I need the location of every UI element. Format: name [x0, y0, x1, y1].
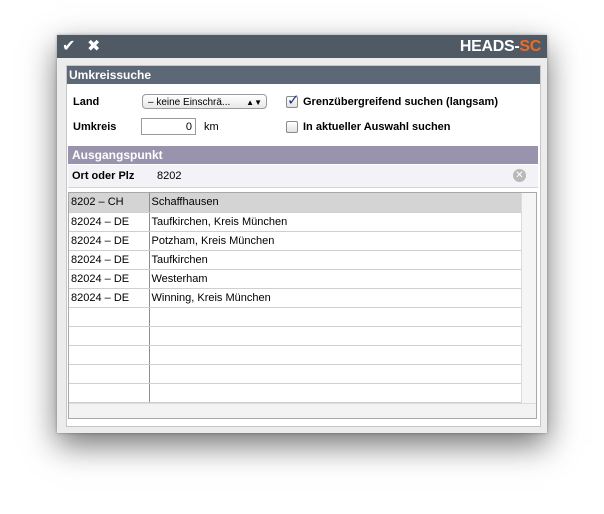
table-row-empty [69, 383, 522, 403]
empty-cell [149, 345, 522, 365]
location-search-row: Ort oder Plz ✕ [68, 165, 538, 188]
umkreissuche-header: Umkreissuche [67, 66, 540, 84]
postal-code-cell: 82024 – DE [69, 231, 150, 251]
empty-cell [69, 364, 150, 384]
empty-cell [69, 326, 150, 346]
postal-code-cell: 82024 – DE [69, 288, 150, 308]
cross-border-label: Grenzübergreifend suchen (langsam) [303, 96, 498, 108]
empty-cell [69, 307, 150, 327]
table-row[interactable]: 82024 – DE Taufkirchen, Kreis München [69, 212, 522, 232]
location-search-input[interactable] [155, 167, 519, 184]
umkreissuche-dialog: ✔ ✖ HEADS-SC Umkreissuche Land – keine E… [57, 35, 547, 433]
umkreis-label: Umkreis [73, 121, 117, 133]
checkmark-icon: ✓ [287, 92, 300, 109]
empty-cell [149, 326, 522, 346]
empty-cell [149, 307, 522, 327]
table-row[interactable]: 82024 – DE Westerham [69, 269, 522, 289]
place-name-cell: Taufkirchen [149, 250, 522, 270]
postal-code-cell: 82024 – DE [69, 269, 150, 289]
location-search-label: Ort oder Plz [72, 170, 135, 182]
results-table: 8202 – CH Schaffhausen 82024 – DE Taufkirch… [68, 192, 537, 419]
check-icon[interactable]: ✔ [62, 37, 75, 56]
table-row-empty [69, 345, 522, 365]
postal-code-cell: 8202 – CH [69, 193, 150, 213]
dialog-titlebar: ✔ ✖ HEADS-SC [57, 35, 547, 58]
search-panel: Umkreissuche Land – keine Einschrä... ▲▼… [66, 65, 541, 427]
land-label: Land [73, 96, 100, 108]
horizontal-scrollbar[interactable] [69, 403, 536, 418]
place-name-cell: Schaffhausen [149, 193, 522, 213]
land-select-value: – keine Einschrä... [148, 97, 231, 108]
postal-code-cell: 82024 – DE [69, 250, 150, 270]
current-selection-label: In aktueller Auswahl suchen [303, 121, 451, 133]
close-icon[interactable]: ✖ [87, 37, 100, 56]
app-logo: HEADS-SC [460, 38, 541, 56]
table-row[interactable]: 8202 – CH Schaffhausen [69, 193, 522, 213]
table-row[interactable]: 82024 – DE Potzham, Kreis München [69, 231, 522, 251]
place-name-cell: Potzham, Kreis München [149, 231, 522, 251]
cross-border-checkbox[interactable]: ✓ [286, 92, 300, 109]
empty-cell [149, 383, 522, 403]
empty-cell [69, 383, 150, 403]
place-name-cell: Taufkirchen, Kreis München [149, 212, 522, 232]
place-name-cell: Westerham [149, 269, 522, 289]
ausgangspunkt-header: Ausgangspunkt [68, 146, 538, 164]
umkreis-unit: km [204, 121, 219, 133]
logo-accent: SC [519, 38, 541, 55]
table-row-empty [69, 326, 522, 346]
empty-cell [149, 364, 522, 384]
table-row-empty [69, 364, 522, 384]
umkreis-input[interactable] [141, 118, 196, 135]
land-select[interactable]: – keine Einschrä... ▲▼ [142, 94, 267, 109]
current-selection-checkbox[interactable] [286, 121, 298, 133]
place-name-cell: Winning, Kreis München [149, 288, 522, 308]
select-arrows-icon: ▲▼ [246, 98, 262, 107]
logo-main: HEADS- [459, 38, 520, 55]
clear-search-icon[interactable]: ✕ [513, 169, 526, 182]
vertical-scrollbar[interactable] [521, 193, 536, 403]
table-row[interactable]: 82024 – DE Taufkirchen [69, 250, 522, 270]
postal-code-cell: 82024 – DE [69, 212, 150, 232]
empty-cell [69, 345, 150, 365]
table-row[interactable]: 82024 – DE Winning, Kreis München [69, 288, 522, 308]
table-row-empty [69, 307, 522, 327]
